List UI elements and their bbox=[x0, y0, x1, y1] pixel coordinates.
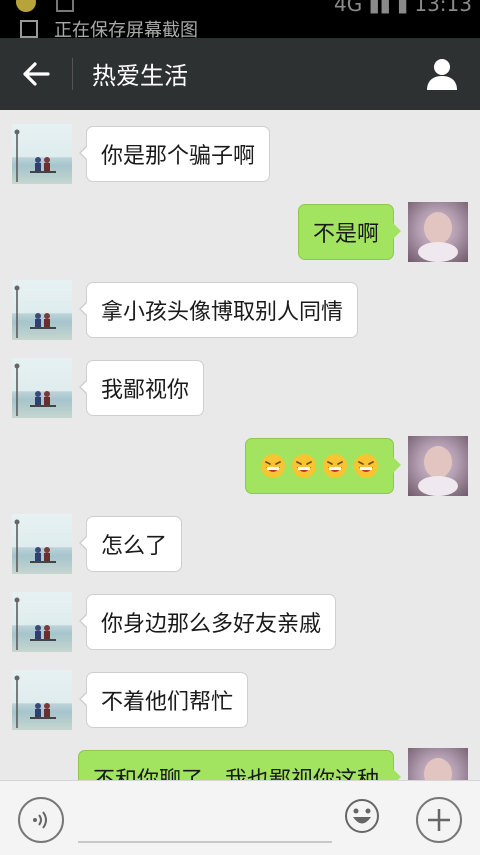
grin-sweat-icon bbox=[261, 454, 285, 478]
voice-button[interactable] bbox=[18, 797, 64, 843]
contact-avatar[interactable] bbox=[12, 670, 72, 730]
grin-sweat-icon bbox=[292, 454, 316, 478]
avatar-image bbox=[14, 597, 56, 650]
message-bubble[interactable] bbox=[245, 438, 401, 494]
chat-info-button[interactable] bbox=[424, 56, 460, 92]
person-icon bbox=[427, 59, 457, 90]
my-avatar[interactable] bbox=[408, 202, 468, 262]
avatar-image bbox=[418, 446, 458, 496]
contact-avatar[interactable] bbox=[12, 280, 72, 340]
message-text: 不着他们帮忙 bbox=[101, 690, 234, 715]
grin-sweat-icon bbox=[323, 454, 347, 478]
header-divider bbox=[72, 58, 73, 90]
notification-text: 正在保存屏幕截图 bbox=[54, 20, 198, 38]
avatar-image bbox=[14, 363, 56, 416]
avatar-image bbox=[14, 519, 56, 572]
clock: 13:13 bbox=[414, 0, 472, 16]
contact-avatar[interactable] bbox=[12, 514, 72, 574]
screenshot-icon bbox=[20, 20, 38, 38]
message-text: 怎么了 bbox=[101, 534, 168, 559]
battery-icon: ▮ bbox=[396, 0, 408, 16]
status-bar: 正在保存屏幕截图 4G ▮▮ ▮ 13:13 bbox=[0, 0, 480, 38]
avatar-image bbox=[14, 285, 56, 338]
message-bubble[interactable]: 你是那个骗子啊 bbox=[78, 126, 271, 182]
message-bubble[interactable]: 你身边那么多好友亲戚 bbox=[78, 594, 337, 650]
image-notification-icon bbox=[56, 0, 74, 12]
message-row: 你是那个骗子啊 bbox=[0, 124, 480, 186]
message-row bbox=[0, 436, 480, 498]
message-bubble[interactable]: 我鄙视你 bbox=[78, 360, 205, 416]
message-bubble[interactable]: 不是啊 bbox=[297, 204, 402, 260]
message-bubble[interactable]: 拿小孩头像博取别人同情 bbox=[78, 282, 359, 338]
contact-avatar[interactable] bbox=[12, 592, 72, 652]
signal-icon: ▮▮ bbox=[368, 0, 391, 16]
screenshot-notification: 正在保存屏幕截图 bbox=[20, 20, 198, 38]
status-indicators: 4G ▮▮ ▮ 13:13 bbox=[334, 0, 472, 16]
chat-title: 热爱生活 bbox=[92, 62, 188, 90]
message-bubble[interactable]: 不着他们帮忙 bbox=[78, 672, 249, 728]
input-bar bbox=[0, 780, 480, 855]
back-arrow-icon bbox=[23, 62, 50, 86]
message-row: 你身边那么多好友亲戚 bbox=[0, 592, 480, 654]
message-bubble[interactable]: 怎么了 bbox=[78, 516, 183, 572]
grin-sweat-icon bbox=[354, 454, 378, 478]
app-notification-icon bbox=[16, 0, 36, 12]
message-row: 拿小孩头像博取别人同情 bbox=[0, 280, 480, 342]
message-text: 拿小孩头像博取别人同情 bbox=[101, 300, 344, 325]
plus-icon bbox=[428, 809, 450, 831]
message-text: 你是那个骗子啊 bbox=[101, 144, 256, 169]
voice-icon bbox=[33, 811, 47, 829]
more-button[interactable] bbox=[416, 797, 462, 843]
contact-avatar[interactable] bbox=[12, 124, 72, 184]
chat-header: 热爱生活 bbox=[0, 38, 480, 110]
network-type: 4G bbox=[334, 0, 363, 16]
message-input[interactable] bbox=[78, 797, 332, 843]
message-row: 不着他们帮忙 bbox=[0, 670, 480, 732]
back-button[interactable] bbox=[14, 54, 58, 94]
message-text: 你身边那么多好友亲戚 bbox=[101, 612, 322, 637]
message-row: 我鄙视你 bbox=[0, 358, 480, 420]
avatar-image bbox=[418, 212, 458, 262]
avatar-image bbox=[14, 675, 56, 728]
message-row: 不是啊 bbox=[0, 202, 480, 264]
message-text: 不是啊 bbox=[312, 222, 379, 247]
message-row: 怎么了 bbox=[0, 514, 480, 576]
emoji-icon bbox=[345, 799, 379, 833]
message-text: 我鄙视你 bbox=[101, 378, 190, 403]
contact-avatar[interactable] bbox=[12, 358, 72, 418]
emoji-button[interactable] bbox=[344, 798, 380, 834]
avatar-image bbox=[14, 129, 56, 182]
my-avatar[interactable] bbox=[408, 436, 468, 496]
